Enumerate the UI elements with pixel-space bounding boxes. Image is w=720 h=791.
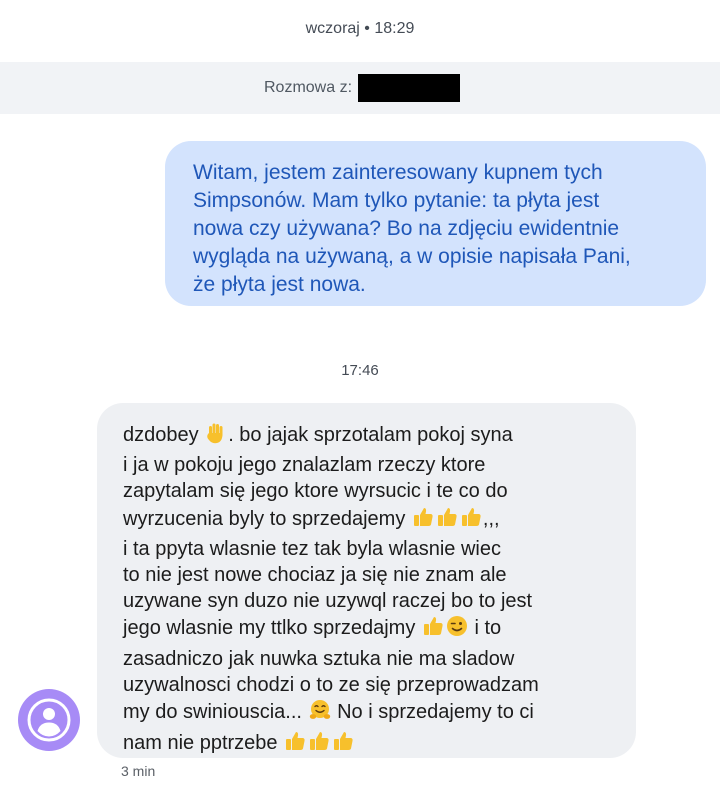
- header-timestamp: wczoraj • 18:29: [305, 20, 415, 37]
- incoming-line: nam nie pptrzebe: [123, 729, 622, 760]
- message-age: 3 min: [121, 763, 156, 779]
- incoming-line: i ja w pokoju jego znalazlam rzeczy ktor…: [123, 454, 486, 477]
- incoming-line: zapytalam się jego ktore wyrsucic i te c…: [123, 480, 508, 503]
- incoming-line: i ta ppyta wlasnie tez tak byla wlasnie …: [123, 537, 501, 560]
- conversation-bar: Rozmowa z:: [0, 62, 720, 114]
- thumbs-up-icon: [435, 505, 459, 536]
- incoming-text: No i sprzedajemy to ci: [337, 701, 534, 724]
- person-icon: [27, 698, 71, 742]
- incoming-text: . bo jajak sprzotalam pokoj syna: [228, 424, 513, 446]
- conversation-label: Rozmowa z:: [264, 79, 353, 96]
- incoming-message-bubble[interactable]: dzdobey . bo jajak sprzotalam pokoj syna…: [97, 403, 636, 758]
- thumbs-up-icon: [459, 505, 483, 536]
- incoming-line: to nie jest nowe chociaz ja się nie znam…: [123, 564, 507, 587]
- outgoing-line: nowa czy używana? Bo na zdjęciu ewidentn…: [193, 217, 620, 240]
- incoming-line: my do swiniouscia... No i sprzedajemy to…: [123, 698, 622, 729]
- incoming-line: zasadniczo jak nuwka sztuka nie ma slado…: [123, 647, 515, 670]
- incoming-text: nam nie pptrzebe: [123, 732, 278, 755]
- thumbs-up-icon: [411, 505, 435, 536]
- incoming-line: wyrzucenia byly to sprzedajemy ,,,: [123, 505, 622, 536]
- outgoing-message-bubble[interactable]: Witam, jestem zainteresowany kupnem tych…: [165, 141, 706, 306]
- thumbs-up-icon: [307, 729, 331, 760]
- incoming-line: uzywalnosci chodzi o to ze się przeprowa…: [123, 673, 539, 696]
- thumbs-up-icon: [331, 729, 355, 760]
- incoming-text: i to: [474, 617, 502, 640]
- incoming-text: wyrzucenia byly to sprzedajemy: [123, 507, 406, 530]
- thumbs-up-icon: [421, 614, 445, 645]
- incoming-text: dzdobey: [123, 424, 199, 446]
- thumbs-up-icon: [283, 729, 307, 760]
- incoming-text: jego wlasnie my ttlko sprzedajmy: [123, 617, 416, 640]
- outgoing-line: Witam, jestem zainteresowany kupnem tych: [193, 161, 603, 184]
- hugging-face-icon: [308, 698, 332, 729]
- raised-hand-icon: [204, 421, 228, 452]
- incoming-line: uzywane syn duzo nie uzywql raczej bo to…: [123, 590, 533, 613]
- incoming-text: my do swiniouscia...: [123, 701, 302, 724]
- outgoing-line: wygląda na używaną, a w opisie napisała …: [193, 245, 631, 268]
- sender-avatar[interactable]: [18, 689, 80, 751]
- outgoing-line: Simpsonów. Mam tylko pytanie: ta płyta j…: [193, 189, 600, 212]
- incoming-line: jego wlasnie my ttlko sprzedajmy i to: [123, 614, 622, 645]
- divider-timestamp: 17:46: [341, 362, 379, 379]
- wink-face-icon: [445, 614, 469, 645]
- outgoing-line: że płyta jest nowa.: [193, 273, 366, 296]
- incoming-line: dzdobey . bo jajak sprzotalam pokoj syna: [123, 421, 622, 452]
- incoming-text: ,,,: [482, 507, 500, 530]
- redaction-block: [358, 74, 460, 102]
